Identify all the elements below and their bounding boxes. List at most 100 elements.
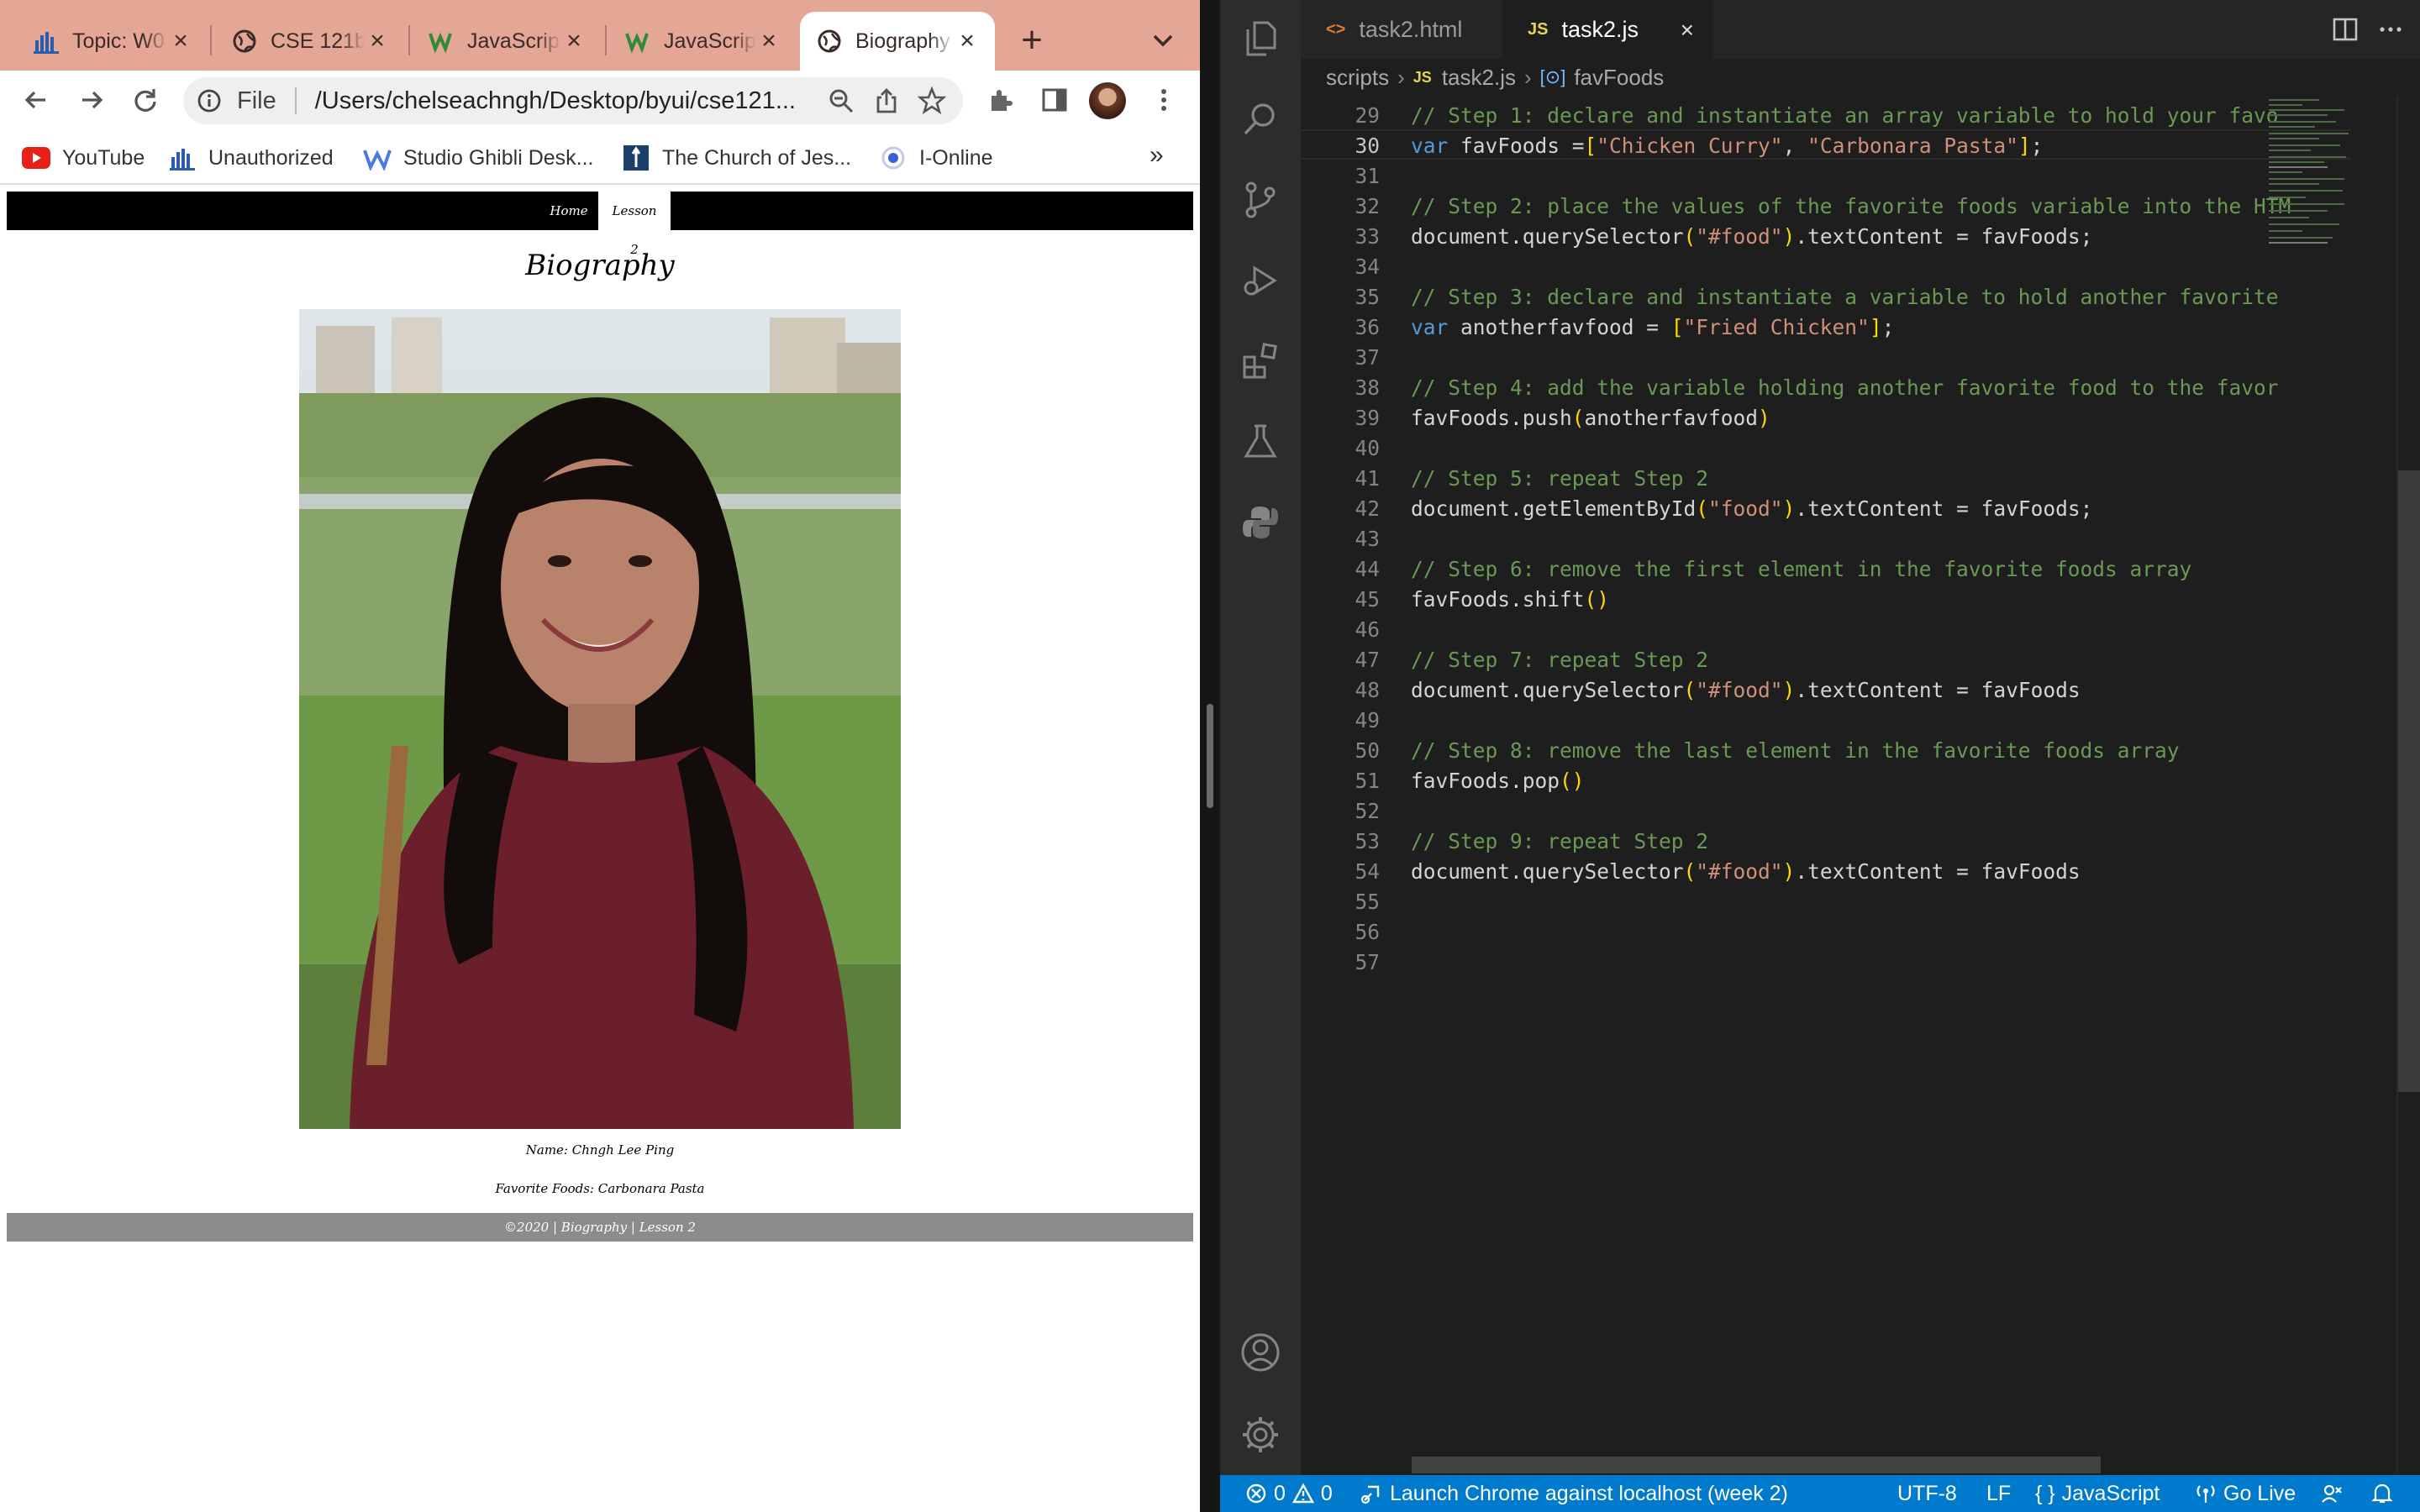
bookmarks-overflow-button[interactable]: » (1150, 141, 1164, 170)
close-icon[interactable]: × (955, 27, 980, 55)
code-line[interactable]: 43 (1301, 524, 2351, 554)
bookmark-i-online[interactable]: I-Online (879, 141, 993, 175)
encoding-indicator[interactable]: UTF-8 (1897, 1475, 1957, 1512)
code-text: document.querySelector("#food").textCont… (1411, 857, 2081, 887)
run-debug-icon[interactable] (1237, 257, 1284, 304)
code-line[interactable]: 30 var favFoods =["Chicken Curry", "Carbo… (1301, 131, 2351, 161)
vscode-window: <> task2.html JS task2.js × scripts › JS… (1220, 0, 2420, 1512)
url-text[interactable]: /Users/chelseachngh/Desktop/byui/cse121.… (315, 87, 827, 115)
code-line[interactable]: 33 document.querySelector("#food").textCo… (1301, 222, 2351, 252)
breadcrumb-file[interactable]: task2.js (1442, 65, 1516, 91)
bookmark-church[interactable]: The Church of Jes... (622, 141, 851, 175)
problems-indicator[interactable]: 0 0 (1245, 1475, 1333, 1512)
close-icon[interactable]: × (756, 27, 781, 55)
launch-config[interactable]: Launch Chrome against localhost (week 2) (1360, 1475, 1788, 1512)
bookmark-unauthorized[interactable]: Unauthorized (168, 141, 334, 175)
code-line[interactable]: 51 favFoods.pop() (1301, 766, 2351, 796)
reload-icon[interactable] (124, 79, 166, 121)
share-icon[interactable] (872, 87, 901, 115)
code-editor[interactable]: 29 // Step 1: declare and instantiate an … (1301, 97, 2351, 1458)
variable-symbol-icon: [⊙] (1539, 66, 1566, 87)
browser-tab-javascript-1[interactable]: JavaScript × (412, 12, 602, 71)
code-line[interactable]: 48 document.querySelector("#food").textCo… (1301, 675, 2351, 706)
bookmark-youtube[interactable]: YouTube (22, 141, 145, 175)
language-mode[interactable]: { } JavaScript (2035, 1475, 2160, 1512)
code-line[interactable]: 55 (1301, 887, 2351, 917)
vertical-scrollbar-thumb[interactable] (2398, 470, 2420, 1092)
code-line[interactable]: 54 document.querySelector("#food").textCo… (1301, 857, 2351, 887)
back-arrow-icon[interactable] (15, 79, 57, 121)
close-icon[interactable]: × (1681, 17, 1694, 44)
code-line[interactable]: 40 (1301, 433, 2351, 464)
code-line[interactable]: 34 (1301, 252, 2351, 282)
code-line[interactable]: 46 (1301, 615, 2351, 645)
code-line[interactable]: 52 (1301, 796, 2351, 827)
zoom-icon[interactable] (827, 87, 855, 115)
forward-arrow-icon[interactable] (71, 79, 113, 121)
editor-tab-task2-js[interactable]: JS task2.js × (1502, 0, 1712, 59)
more-vert-icon[interactable] (1146, 82, 1181, 118)
code-line[interactable]: 47 // Step 7: repeat Step 2 (1301, 645, 2351, 675)
code-line[interactable]: 44 // Step 6: remove the first element in… (1301, 554, 2351, 585)
code-line[interactable]: 53 // Step 9: repeat Step 2 (1301, 827, 2351, 857)
nav-lesson2-link[interactable]: Lesson 2 (598, 192, 671, 257)
close-icon[interactable]: × (561, 27, 587, 55)
search-icon[interactable] (1237, 96, 1284, 143)
extensions-icon[interactable] (1237, 338, 1284, 385)
side-panel-icon[interactable] (1037, 82, 1072, 118)
code-token: // Step 3: declare and instantiate a var… (1411, 285, 2279, 309)
go-live-button[interactable]: Go Live (2195, 1475, 2296, 1512)
code-line[interactable]: 49 (1301, 706, 2351, 736)
code-line[interactable]: 56 (1301, 917, 2351, 948)
browser-tab-biography[interactable]: Biography × (800, 12, 995, 71)
breadcrumb-symbol[interactable]: favFoods (1574, 65, 1664, 91)
line-number: 38 (1355, 375, 1380, 400)
breadcrumb-folder[interactable]: scripts (1326, 65, 1389, 91)
code-line[interactable]: 57 (1301, 948, 2351, 978)
code-line[interactable]: 29 // Step 1: declare and instantiate an … (1301, 101, 2351, 131)
code-line[interactable]: 41 // Step 5: repeat Step 2 (1301, 464, 2351, 494)
minimap[interactable] (2262, 96, 2363, 289)
resize-handle[interactable] (1207, 704, 1213, 808)
bookmark-studio-ghibli[interactable]: Studio Ghibli Desk... (363, 141, 594, 175)
new-tab-button[interactable]: + (1015, 20, 1049, 60)
bookmark-star-icon[interactable] (917, 86, 947, 115)
chevron-down-icon[interactable] (1146, 24, 1180, 57)
editor-tab-task2-html[interactable]: <> task2.html (1301, 0, 1502, 59)
code-line[interactable]: 50 // Step 8: remove the last element in … (1301, 736, 2351, 766)
more-horizontal-icon[interactable] (2376, 15, 2405, 44)
code-line[interactable]: 35 // Step 3: declare and instantiate a v… (1301, 282, 2351, 312)
browser-tab-topic[interactable]: Topic: W0 × (17, 12, 208, 71)
avatar[interactable] (1089, 82, 1126, 119)
feedback-icon[interactable] (2321, 1475, 2343, 1512)
code-token: // Step 2: place the values of the favor… (1411, 194, 2291, 218)
account-icon[interactable] (1237, 1329, 1284, 1376)
code-line[interactable]: 39 favFoods.push(anotherfavfood) (1301, 403, 2351, 433)
code-line[interactable]: 42 document.getElementById("food").textCo… (1301, 494, 2351, 524)
code-line[interactable]: 45 favFoods.shift() (1301, 585, 2351, 615)
code-line[interactable]: 32 // Step 2: place the values of the fav… (1301, 192, 2351, 222)
bell-icon[interactable] (2371, 1475, 2393, 1512)
code-line[interactable]: 31 (1301, 161, 2351, 192)
explorer-icon[interactable] (1237, 15, 1284, 62)
extensions-icon[interactable] (983, 82, 1018, 118)
nav-home-link[interactable]: Home (534, 192, 603, 230)
testing-flask-icon[interactable] (1237, 418, 1284, 465)
code-line[interactable]: 38 // Step 4: add the variable holding an… (1301, 373, 2351, 403)
code-line[interactable]: 36 var anotherfavfood = ["Fried Chicken"]… (1301, 312, 2351, 343)
browser-tab-cse121b[interactable]: CSE 121b × (215, 12, 405, 71)
source-control-icon[interactable] (1237, 176, 1284, 223)
code-line[interactable]: 37 (1301, 343, 2351, 373)
eol-indicator[interactable]: LF (1986, 1475, 2011, 1512)
address-bar[interactable]: File /Users/chelseachngh/Desktop/byui/cs… (183, 77, 963, 124)
close-icon[interactable]: × (168, 27, 193, 55)
info-icon[interactable] (197, 88, 222, 113)
python-icon[interactable] (1237, 499, 1284, 546)
bookmark-label: Studio Ghibli Desk... (403, 145, 594, 170)
browser-tab-javascript-2[interactable]: JavaScript × (608, 12, 797, 71)
close-icon[interactable]: × (365, 27, 390, 55)
code-token: document.getElementById (1411, 496, 1697, 521)
split-editor-icon[interactable] (2331, 15, 2360, 44)
gear-icon[interactable] (1237, 1411, 1284, 1458)
horizontal-scrollbar-thumb[interactable] (1412, 1457, 2101, 1473)
